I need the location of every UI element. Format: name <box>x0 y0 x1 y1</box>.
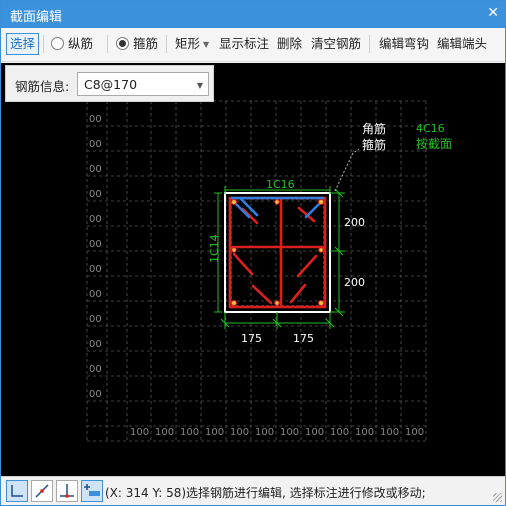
rebar-info-panel: 钢筋信息: C8@170 ▼ <box>5 65 214 102</box>
hook-bottom-right[interactable] <box>289 283 307 304</box>
edit-end-button[interactable]: 编辑端头 <box>437 33 487 55</box>
grid-bottom-label: 100 <box>405 427 424 438</box>
window-title: 截面编辑 <box>10 10 63 25</box>
grid-bottom-label: 100 <box>155 427 174 438</box>
toolbar-divider <box>107 35 108 53</box>
grid-bottom-label: 100 <box>130 427 149 438</box>
grid-bottom-labels: 100 100 100 100 100 100 100 100 100 100 … <box>130 427 424 438</box>
grid-left-label: 00 <box>89 139 102 150</box>
dim-right-top[interactable]: 200 <box>344 216 365 229</box>
corner-note-line1[interactable]: 角筋 <box>362 121 386 136</box>
cover-line <box>230 198 325 307</box>
clear-rebar-button[interactable]: 清空钢筋 <box>311 33 361 55</box>
grid-bottom-label: 100 <box>255 427 274 438</box>
corner-bar[interactable] <box>318 199 324 205</box>
grid-bottom-label: 100 <box>305 427 324 438</box>
hook-left-mid[interactable] <box>232 252 254 276</box>
select-button[interactable]: 选择 <box>6 33 40 55</box>
grid-bottom-label: 100 <box>330 427 349 438</box>
rebar-dots[interactable] <box>231 199 324 306</box>
ortho-snap-icon[interactable] <box>6 480 28 502</box>
drawing-canvas[interactable]: 00 00 00 00 00 00 00 00 00 00 00 00 100 … <box>1 63 505 476</box>
grid-bottom-label: 100 <box>380 427 399 438</box>
mid-bar[interactable] <box>274 300 280 306</box>
grid-bottom-label: 100 <box>230 427 249 438</box>
grid-bottom-label: 100 <box>205 427 224 438</box>
corner-note-sub[interactable]: 按截面 <box>416 137 452 151</box>
grid-left-labels: 00 00 00 00 00 00 00 00 00 00 00 00 <box>89 114 102 400</box>
shape-label: 矩形 <box>175 36 201 51</box>
dimension-snap-icon[interactable] <box>81 480 103 502</box>
toolbar-divider <box>43 35 44 53</box>
show-annotation-button[interactable]: 显示标注 <box>219 33 269 55</box>
grid-left-label: 00 <box>89 214 102 225</box>
stirrup-radio[interactable]: 箍筋 <box>116 33 158 55</box>
corner-note-value[interactable]: 4C16 <box>416 122 445 135</box>
rebar-info-select[interactable]: C8@170 ▼ <box>77 72 209 96</box>
corner-note-line2[interactable]: 箍筋 <box>362 137 386 152</box>
status-bar: (X: 314 Y: 58)选择钢筋进行编辑, 选择标注进行修改或移动; <box>1 476 505 505</box>
grid-bottom-label: 100 <box>355 427 374 438</box>
corner-bar[interactable] <box>231 199 237 205</box>
side-bar-label[interactable]: 1C14 <box>208 234 221 263</box>
stirrups[interactable] <box>228 196 327 309</box>
dim-bottom-left[interactable]: 175 <box>241 332 262 345</box>
grid-left-label: 00 <box>89 114 102 125</box>
close-icon[interactable]: ✕ <box>487 5 499 21</box>
longitudinal-label: 纵筋 <box>68 36 94 51</box>
longitudinal-radio[interactable]: 纵筋 <box>51 33 93 55</box>
grid-bottom-label: 100 <box>280 427 299 438</box>
perpendicular-snap-icon[interactable] <box>56 480 78 502</box>
grid-left-label: 00 <box>89 289 102 300</box>
chevron-down-icon: ▼ <box>203 40 210 49</box>
grid-left-label: 00 <box>89 389 102 400</box>
stirrup-label: 箍筋 <box>133 36 159 51</box>
grid-left-label: 00 <box>89 189 102 200</box>
radio-on-icon <box>116 37 129 50</box>
top-bar-label[interactable]: 1C16 <box>266 178 295 191</box>
edit-hook-button[interactable]: 编辑弯钩 <box>379 33 429 55</box>
delete-button[interactable]: 删除 <box>277 33 302 55</box>
grid-left-label: 00 <box>89 314 102 325</box>
grid-left-label: 00 <box>89 164 102 175</box>
corner-bar[interactable] <box>231 300 237 306</box>
rebar-info-value: C8@170 <box>84 77 138 92</box>
hook-bottom-left[interactable] <box>251 284 273 305</box>
radio-off-icon <box>51 37 64 50</box>
mid-bar[interactable] <box>274 199 280 205</box>
grid-left-label: 00 <box>89 264 102 275</box>
grid <box>86 100 427 442</box>
dim-bottom-right[interactable]: 175 <box>293 332 314 345</box>
resize-grip-icon[interactable] <box>493 493 502 502</box>
chevron-down-icon: ▼ <box>196 81 203 90</box>
dim-right-bottom[interactable]: 200 <box>344 276 365 289</box>
shape-dropdown[interactable]: 矩形 ▼ <box>175 33 209 55</box>
leader-line <box>334 148 360 192</box>
toolbar-divider <box>166 35 167 53</box>
title-bar: 截面编辑 ✕ <box>1 1 505 28</box>
section-drawing[interactable]: 00 00 00 00 00 00 00 00 00 00 00 00 100 … <box>1 63 505 476</box>
section-outline[interactable] <box>224 192 331 313</box>
grid-bottom-label: 100 <box>180 427 199 438</box>
corner-bar[interactable] <box>318 300 324 306</box>
outer-stirrup[interactable] <box>228 196 327 309</box>
mid-bar[interactable] <box>318 247 324 253</box>
grid-left-label: 00 <box>89 239 102 250</box>
grid-left-label: 00 <box>89 364 102 375</box>
toolbar-divider <box>369 35 370 53</box>
angle-snap-icon[interactable] <box>31 480 53 502</box>
status-message: (X: 314 Y: 58)选择钢筋进行编辑, 选择标注进行修改或移动; <box>105 486 426 500</box>
section-edit-window: 截面编辑 ✕ 选择 纵筋 箍筋 矩形 ▼ 显示标注 删除 清空钢筋 编辑弯钩 编辑… <box>0 0 506 506</box>
mid-bar[interactable] <box>231 247 237 253</box>
rebar-info-label: 钢筋信息: <box>15 79 70 94</box>
toolbar: 选择 纵筋 箍筋 矩形 ▼ 显示标注 删除 清空钢筋 编辑弯钩 编辑端头 <box>1 28 505 62</box>
grid-left-label: 00 <box>89 339 102 350</box>
